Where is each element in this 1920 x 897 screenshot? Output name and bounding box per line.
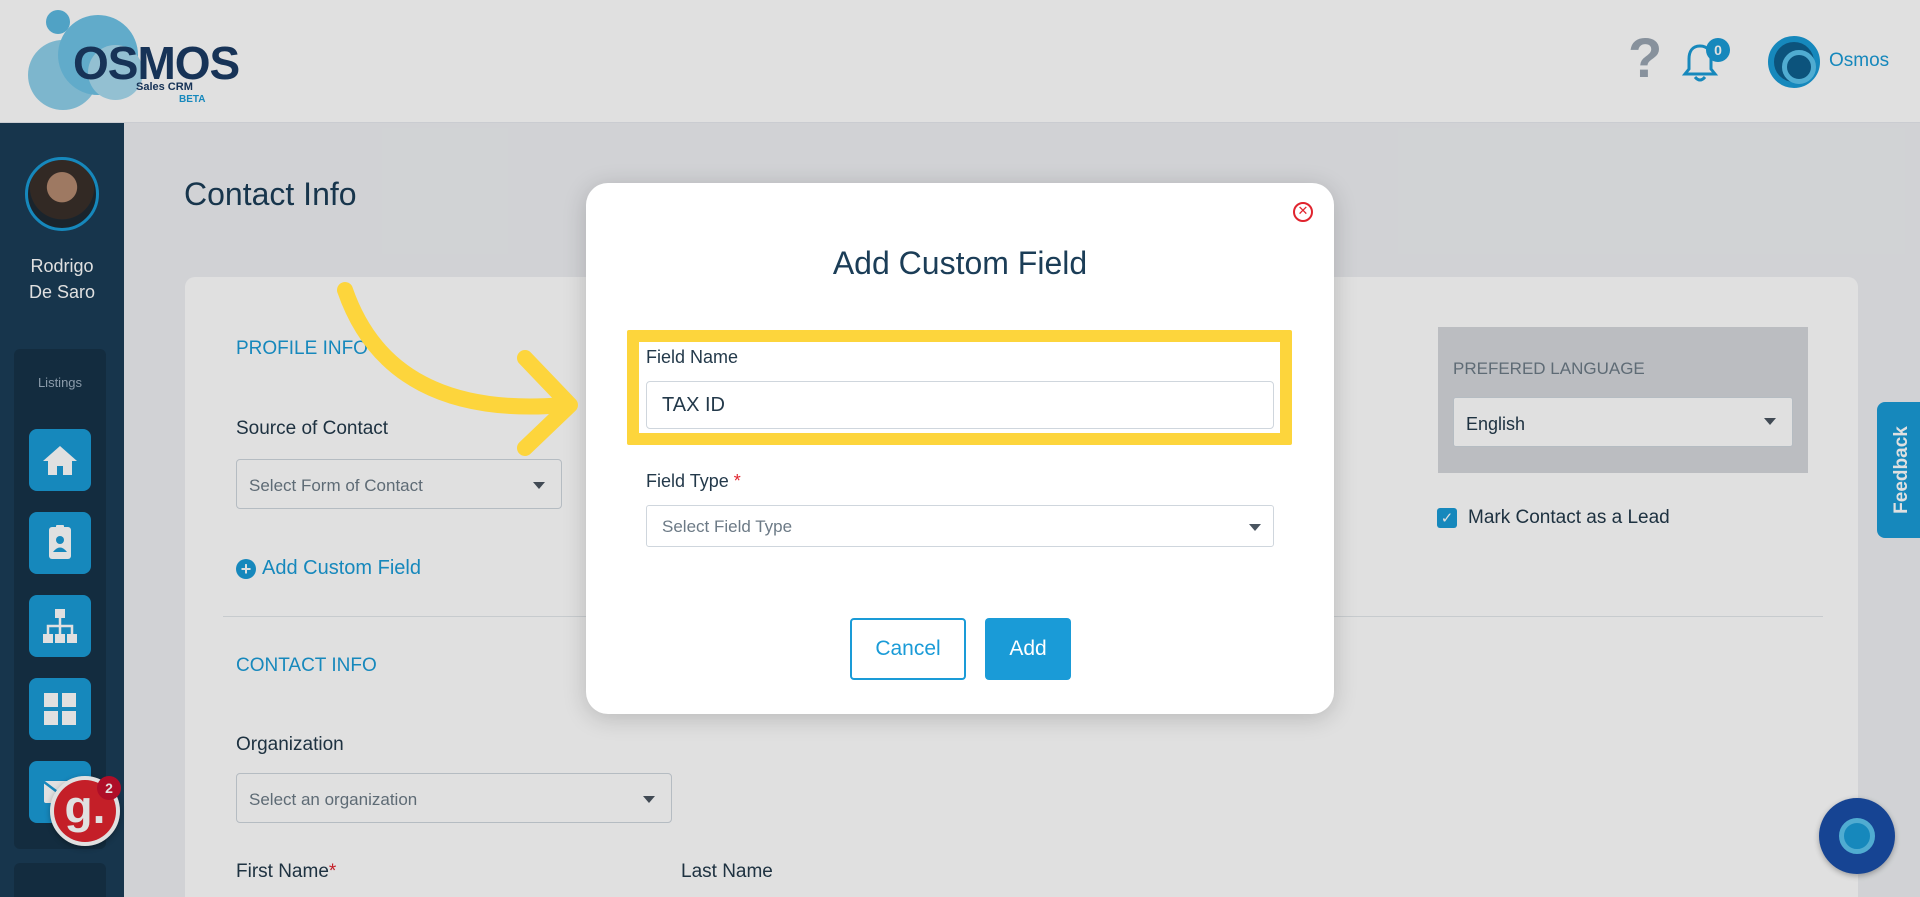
field-type-label-text: Field Type xyxy=(646,471,729,491)
add-button[interactable]: Add xyxy=(985,618,1071,680)
add-custom-field-modal: ✕ Add Custom Field Field Name Field Type… xyxy=(586,183,1334,714)
field-name-highlight xyxy=(627,330,1292,445)
required-marker: * xyxy=(733,471,741,491)
cancel-button[interactable]: Cancel xyxy=(850,618,966,680)
field-type-select[interactable]: Select Field Type xyxy=(646,505,1274,547)
close-icon[interactable]: ✕ xyxy=(1293,202,1313,222)
field-type-label: Field Type * xyxy=(646,471,741,492)
modal-title: Add Custom Field xyxy=(832,245,1088,281)
pointer-arrow-icon xyxy=(337,282,578,456)
